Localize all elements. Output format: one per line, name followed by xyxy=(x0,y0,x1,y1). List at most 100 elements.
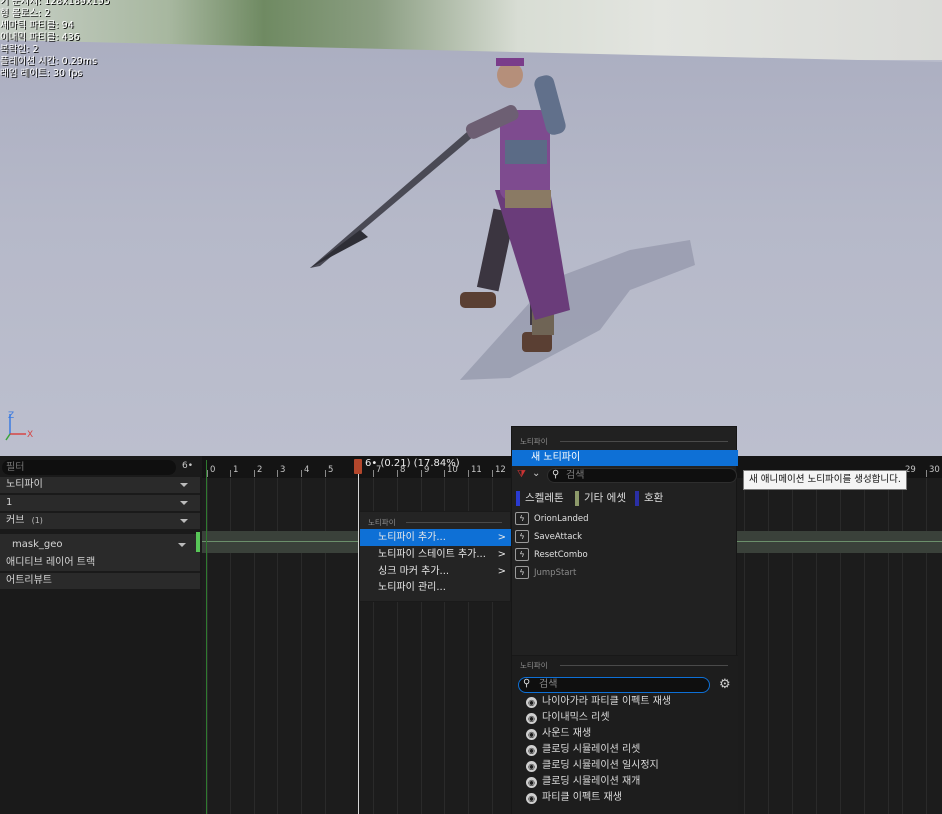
notify-class-search-input[interactable]: 검색 xyxy=(518,677,710,693)
notify-item-label: JumpStart xyxy=(534,568,577,578)
start-marker xyxy=(206,460,207,814)
tag-color-bar xyxy=(575,491,579,506)
notify-search-row: ⧩ ⌄ 검색 ⚲ xyxy=(512,467,738,485)
notify-class-label: 사운드 재생 xyxy=(542,728,592,739)
chevron-down-icon[interactable] xyxy=(178,543,186,547)
notify-class-item[interactable]: ◉ 클로딩 시뮬레이션 재개 xyxy=(526,774,726,790)
ruler-tick-label: 4 xyxy=(304,465,310,475)
notify-class-icon: ◉ xyxy=(526,777,537,788)
notify-class-label: 다이내믹스 리셋 xyxy=(542,712,610,723)
chevron-down-icon[interactable]: ⌄ xyxy=(532,468,540,479)
timeline-grid-line xyxy=(768,478,769,814)
notify-class-item[interactable]: ◉ 파티클 이펙트 재생 xyxy=(526,790,726,806)
header-divider xyxy=(560,441,728,442)
chevron-right-icon: > xyxy=(497,532,506,543)
timeline-grid-line xyxy=(207,478,208,814)
tag-other-assets-label: 기타 에셋 xyxy=(584,492,626,504)
track-notify-1[interactable]: 1 xyxy=(0,495,200,511)
notify-class-item[interactable]: ◉ 다이내믹스 리셋 xyxy=(526,710,726,726)
viewport-stat-line: 복락인: 2 xyxy=(0,44,39,55)
notify-class-item[interactable]: ◉ 나이아가라 파티클 이펙트 재생 xyxy=(526,694,726,710)
tag-other-assets[interactable]: 기타 에셋 xyxy=(575,490,633,507)
new-notify-item[interactable]: 새 노티파이 xyxy=(512,450,738,466)
notify-icon: ϟ xyxy=(515,548,529,561)
ruler-tick-label: 0 xyxy=(210,465,216,475)
filter-row: 6• xyxy=(0,460,202,476)
menu-manage-notifies[interactable]: 노티파이 관리... xyxy=(360,579,512,596)
filter-icon[interactable]: ⧩ xyxy=(517,469,526,480)
axis-x-label: X xyxy=(27,430,33,440)
tag-compatible-label: 호환 xyxy=(644,492,664,504)
notify-class-label: 파티클 이펙트 재생 xyxy=(542,792,622,803)
context-menu: 노티파이 노티파이 추가... > 노티파이 스테이트 추가... > 싱크 마… xyxy=(359,511,512,602)
context-menu-header: 노티파이 xyxy=(360,517,510,529)
chevron-down-icon[interactable] xyxy=(180,501,188,505)
notify-class-icon: ◉ xyxy=(526,697,537,708)
track-additive-layer[interactable]: 애디티브 레이어 트랙 xyxy=(0,555,200,571)
search-icon: ⚲ xyxy=(552,469,560,480)
tag-skeleton-label: 스켈레톤 xyxy=(525,492,564,504)
gear-icon[interactable]: ⚙ xyxy=(719,677,731,692)
timeline-grid-line xyxy=(888,478,889,814)
tag-compatible[interactable]: 호환 xyxy=(635,490,675,507)
ruler-tick xyxy=(254,470,255,477)
notify-class-item[interactable]: ◉ 사운드 재생 xyxy=(526,726,726,742)
curve-mask-geo[interactable]: mask_geo xyxy=(0,534,200,556)
notify-item[interactable]: ϟ OrionLanded xyxy=(515,510,735,528)
notify-class-item[interactable]: ◉ 클로딩 시뮬레이션 일시정지 xyxy=(526,758,726,774)
ruler-tick xyxy=(277,470,278,477)
notify-class-item[interactable]: ◉ 클로딩 시뮬레이션 리셋 xyxy=(526,742,726,758)
track-notifies-label: 노티파이 xyxy=(6,479,43,490)
viewport-stat-line: 플레이션 시간: 0.29ms xyxy=(0,56,98,67)
track-notifies[interactable]: 노티파이 xyxy=(0,477,200,493)
notify-class-icon: ◉ xyxy=(526,713,537,724)
timeline-grid-line xyxy=(744,478,745,814)
notify-search-input[interactable]: 검색 xyxy=(547,468,737,483)
notify-item[interactable]: ϟ ResetCombo xyxy=(515,546,735,564)
preview-viewport[interactable]: 기 눈지지: 128x189x195 형 롤로스: 2 세마틱 파티클: 94 이내믹… xyxy=(0,0,942,456)
menu-add-sync-marker[interactable]: 싱크 마커 추가... > xyxy=(360,563,512,580)
ruler-tick xyxy=(926,470,927,477)
chevron-down-icon[interactable] xyxy=(180,519,188,523)
notify-submenu: 노티파이 새 노티파이 ⧩ ⌄ 검색 ⚲ 스켈레톤 기타 에셋 호환 ϟ Ori… xyxy=(511,426,738,814)
notify-icon: ϟ xyxy=(515,530,529,543)
track-curves[interactable]: 커브 (1) xyxy=(0,513,200,529)
notify-item[interactable]: ϟ JumpStart xyxy=(515,564,735,582)
timeline-grid-line xyxy=(864,478,865,814)
search-icon: ⚲ xyxy=(523,678,531,689)
timeline-grid-line xyxy=(325,478,326,814)
ruler-tick-label: 1 xyxy=(233,465,239,475)
header-divider xyxy=(406,522,502,523)
tag-color-bar xyxy=(635,491,639,506)
ruler-tick-label: 2 xyxy=(257,465,263,475)
menu-add-notify[interactable]: 노티파이 추가... > xyxy=(360,529,512,546)
ruler-tick xyxy=(207,470,208,477)
animation-editor: 기 눈지지: 128x189x195 형 롤로스: 2 세마틱 파티클: 94 이내믹… xyxy=(0,0,942,814)
tag-skeleton[interactable]: 스켈레톤 xyxy=(516,490,576,507)
chevron-right-icon: > xyxy=(497,549,506,560)
timeline-grid-line xyxy=(230,478,231,814)
curve-mask-geo-label: mask_geo xyxy=(12,539,63,550)
character-preview xyxy=(310,58,695,380)
notify-item-label: OrionLanded xyxy=(534,514,589,524)
chevron-down-icon[interactable] xyxy=(180,483,188,487)
ruler-tick xyxy=(301,470,302,477)
notify-icon: ϟ xyxy=(515,512,529,525)
notify-item-label: ResetCombo xyxy=(534,550,588,560)
menu-add-notify-state[interactable]: 노티파이 스테이트 추가... > xyxy=(360,546,512,563)
track-attributes[interactable]: 어트리뷰트 xyxy=(0,573,200,589)
playhead-handle[interactable] xyxy=(354,459,362,474)
timeline-grid-line xyxy=(301,478,302,814)
timeline-grid-line xyxy=(816,478,817,814)
filter-input[interactable] xyxy=(2,460,176,475)
ruler-tick xyxy=(444,470,445,477)
notify-item[interactable]: ϟ SaveAttack xyxy=(515,528,735,546)
axis-gizmo-icon: Z X xyxy=(5,411,33,441)
viewport-stat-line: 레임 레이트: 30 fps xyxy=(0,68,83,79)
notify-class-label: 클로딩 시뮬레이션 리셋 xyxy=(542,744,641,755)
track-attributes-label: 어트리뷰트 xyxy=(6,575,52,586)
chevron-right-icon: > xyxy=(497,566,506,577)
notify-class-icon: ◉ xyxy=(526,793,537,804)
ruler-tick-label: 5 xyxy=(328,465,334,475)
menu-add-notify-label: 노티파이 추가... xyxy=(378,532,446,543)
